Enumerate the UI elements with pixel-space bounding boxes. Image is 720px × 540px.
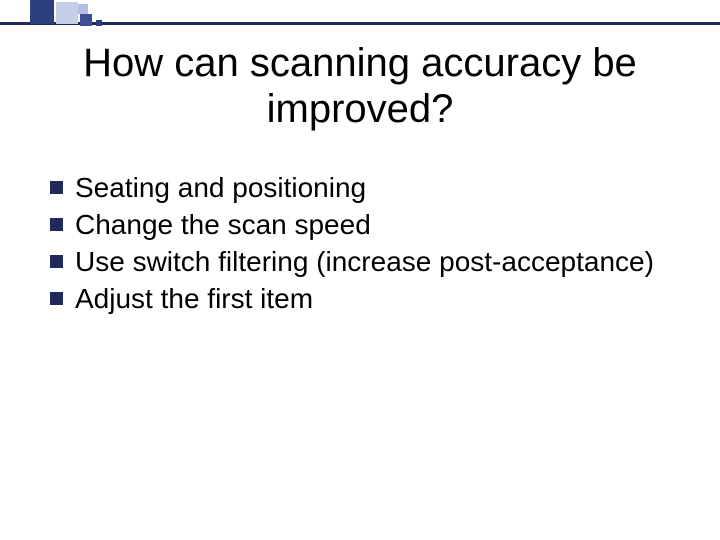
decor-square-icon [80, 14, 92, 26]
list-item: Seating and positioning [50, 170, 660, 205]
bullet-square-icon [50, 255, 63, 268]
decor-square-icon [78, 4, 88, 14]
list-item: Use switch filtering (increase post-acce… [50, 244, 660, 279]
bullet-square-icon [50, 292, 63, 305]
bullet-square-icon [50, 181, 63, 194]
bullet-list: Seating and positioning Change the scan … [50, 170, 660, 318]
slide-decoration [0, 0, 720, 30]
list-item-text: Adjust the first item [75, 281, 660, 316]
list-item: Adjust the first item [50, 281, 660, 316]
list-item: Change the scan speed [50, 207, 660, 242]
list-item-text: Seating and positioning [75, 170, 660, 205]
decor-square-icon [30, 0, 54, 24]
decor-square-icon [56, 2, 78, 24]
bullet-square-icon [50, 218, 63, 231]
slide-title: How can scanning accuracy be improved? [0, 40, 720, 132]
list-item-text: Change the scan speed [75, 207, 660, 242]
decor-square-icon [96, 20, 102, 26]
list-item-text: Use switch filtering (increase post-acce… [75, 244, 660, 279]
header-rule [0, 22, 720, 25]
